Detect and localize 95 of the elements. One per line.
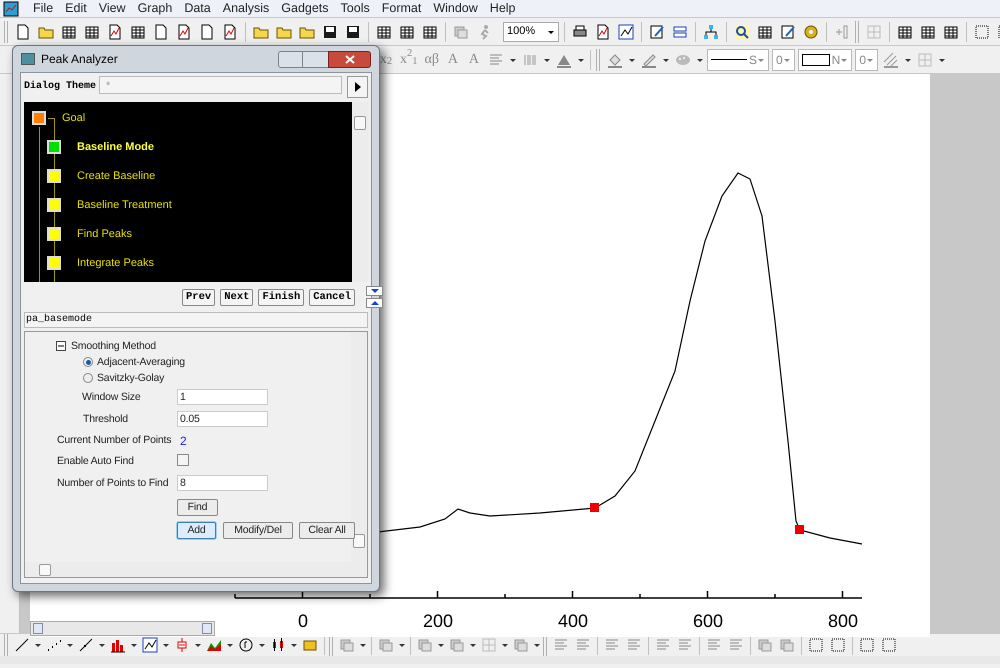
axis-tick-label: 200 [422, 611, 454, 631]
field-label: Window Size [82, 390, 140, 405]
anchor-point-marker[interactable] [590, 503, 599, 512]
menu-item[interactable]: Graph [132, 0, 178, 17]
zoom-combo[interactable]: 100% [503, 22, 559, 42]
dropdown-arrow-icon[interactable] [290, 641, 298, 649]
radio-label: Savitzky-Golay [97, 371, 164, 386]
radio-label: Adjacent-Averaging [97, 355, 185, 370]
horizontal-scrollbar[interactable] [25, 562, 367, 577]
menu-item[interactable]: View [92, 0, 132, 17]
menu-item[interactable]: Tools [334, 0, 376, 17]
line-width-combo[interactable]: 0 [772, 48, 795, 70]
wizard-nav-button[interactable]: Cancel [309, 288, 356, 306]
border-width-combo[interactable]: 0 [855, 48, 878, 70]
dropdown-arrow-icon[interactable] [258, 641, 266, 649]
horizontal-scrollbar[interactable] [30, 621, 215, 636]
scroll-down-button[interactable] [366, 286, 384, 296]
step-marker[interactable] [47, 227, 61, 241]
minimize-button[interactable] [278, 50, 303, 68]
step-label[interactable]: Goal [62, 111, 86, 125]
dropdown-arrow-icon[interactable] [533, 641, 541, 649]
axis-tick-label: 0 [298, 611, 308, 631]
graph-icon[interactable] [616, 22, 636, 42]
menu-item[interactable]: Format [376, 0, 428, 17]
checkbox[interactable] [177, 454, 189, 466]
dropdown-arrow-icon[interactable] [398, 641, 406, 649]
play-icon [354, 81, 362, 93]
step-label[interactable]: Baseline Mode [77, 140, 154, 154]
window-title: Peak Analyzer [41, 51, 119, 68]
dropdown-arrow-icon[interactable] [226, 641, 234, 649]
step-label[interactable]: Find Peaks [77, 227, 132, 241]
dropdown-arrow-icon[interactable] [437, 641, 445, 649]
play-button[interactable] [347, 76, 368, 98]
input-field[interactable]: 0.05 [177, 411, 268, 427]
input-field[interactable]: 8 [177, 475, 268, 491]
step-marker[interactable] [47, 169, 61, 183]
field-label: Number of Points to Find [57, 476, 168, 491]
axis-tick-label: 400 [558, 611, 588, 631]
radio-button[interactable] [83, 357, 93, 367]
input-field[interactable]: 1 [177, 389, 268, 405]
theme-path: pa_basemode [24, 312, 368, 328]
menu-item[interactable]: Data [178, 0, 217, 17]
menu-item[interactable]: Help [484, 0, 522, 17]
dropdown-arrow-icon[interactable] [194, 641, 202, 649]
vertical-scrollbar[interactable] [352, 102, 368, 282]
field-label: Current Number of Points [57, 433, 172, 448]
close-icon [344, 54, 354, 64]
find-button[interactable]: Find [177, 499, 218, 516]
step-marker[interactable] [47, 256, 61, 270]
border-style-combo[interactable]: N [798, 48, 852, 70]
triangle-down-icon [370, 288, 380, 294]
collapse-toggle[interactable] [56, 341, 66, 351]
graph-icon[interactable] [140, 635, 160, 655]
anchor-point-marker[interactable] [795, 525, 804, 534]
action-button[interactable]: Clear All [299, 522, 355, 539]
menu-item[interactable]: Edit [59, 0, 93, 17]
dropdown-arrow-icon[interactable] [98, 641, 106, 649]
line-style-combo[interactable]: S [706, 48, 769, 70]
menu-item[interactable]: Analysis [216, 0, 276, 17]
dropdown-arrow-icon[interactable] [130, 641, 138, 649]
dropdown-arrow-icon[interactable] [501, 641, 509, 649]
wizard-nav-button[interactable]: Prev [182, 288, 216, 306]
app-icon[interactable] [3, 0, 19, 16]
theme-label: Dialog Theme [24, 80, 96, 94]
dropdown-arrow-icon[interactable] [469, 641, 477, 649]
maximize-button[interactable] [303, 50, 328, 68]
axis-tick-label: 600 [692, 611, 724, 631]
wizard-nav-button[interactable]: Next [220, 288, 254, 306]
wizard-nav-button[interactable]: Finish [258, 288, 304, 306]
field-label: Threshold [83, 412, 128, 427]
vertical-scrollbar[interactable] [351, 332, 367, 562]
step-marker[interactable] [47, 198, 61, 212]
dropdown-arrow-icon[interactable] [66, 641, 74, 649]
triangle-up-icon [370, 300, 380, 306]
count-value: 2 [180, 433, 186, 450]
radio-button[interactable] [83, 373, 93, 383]
step-label[interactable]: Integrate Peaks [77, 256, 154, 270]
step-marker[interactable] [47, 140, 61, 154]
field-label: Enable Auto Find [57, 454, 134, 469]
step-marker[interactable] [32, 111, 46, 125]
scroll-up-button[interactable] [366, 298, 384, 308]
step-label[interactable]: Baseline Treatment [77, 198, 172, 212]
action-button[interactable]: Modify/Del [223, 522, 293, 539]
window-icon [21, 53, 35, 65]
dropdown-arrow-icon[interactable] [34, 641, 42, 649]
menu-item[interactable]: Window [427, 0, 484, 17]
step-label[interactable]: Create Baseline [77, 169, 156, 183]
close-button[interactable] [328, 50, 371, 68]
dropdown-arrow-icon[interactable] [162, 641, 170, 649]
menu-item[interactable]: File [27, 0, 60, 17]
menu-item[interactable]: Gadgets [275, 0, 335, 17]
dropdown-arrow-icon[interactable] [359, 641, 367, 649]
action-button[interactable]: Add [177, 522, 216, 539]
axis-tick-label: 800 [828, 611, 858, 631]
group-label: Smoothing Method [71, 339, 156, 354]
